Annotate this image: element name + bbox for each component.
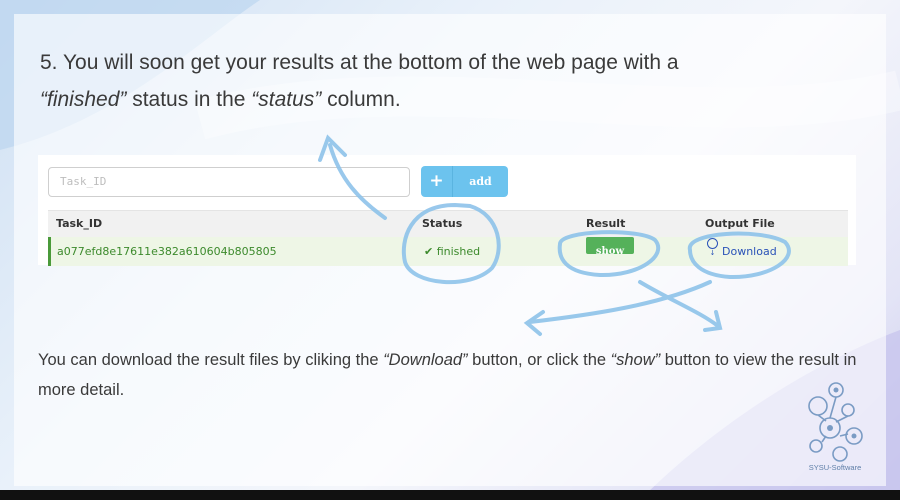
task-id-cell: a077efd8e17611e382a610604b805805 [57, 245, 277, 258]
body-show: “show” [610, 351, 661, 369]
heading-line-1: 5. You will soon get your results at the… [40, 51, 679, 74]
heading-finished: “finished” [40, 88, 127, 111]
download-label: Download [722, 245, 777, 258]
col-result: Result [586, 217, 626, 230]
col-output-file: Output File [705, 217, 775, 230]
instruction-body: You can download the result files by cli… [38, 345, 878, 405]
add-button-label: add [469, 175, 492, 188]
body-part-1: You can download the result files by cli… [38, 351, 384, 369]
status-text: finished [436, 245, 481, 258]
col-status: Status [422, 217, 463, 230]
body-part-2: button, or click the [467, 351, 611, 369]
download-link[interactable]: ↓ Download [707, 237, 777, 266]
show-button[interactable]: show [586, 237, 634, 257]
logo-caption: SYSU-Software [808, 463, 862, 472]
task-id-input[interactable]: Task_ID [48, 167, 410, 197]
table-header: Task_ID Status Result Output File [48, 210, 848, 237]
instruction-heading: 5. You will soon get your results at the… [40, 44, 840, 118]
table-row: a077efd8e17611e382a610604b805805 ✔ finis… [48, 237, 848, 266]
col-task-id: Task_ID [56, 217, 103, 230]
add-button[interactable]: + add [421, 166, 508, 197]
download-circle-icon: ↓ [707, 238, 718, 257]
status-cell: ✔ finished [424, 237, 480, 266]
heading-mid: status in the [126, 88, 252, 111]
task-panel: Task_ID + add Task_ID Status Result Outp… [38, 155, 856, 266]
bottom-edge [0, 490, 900, 500]
heading-end: column. [321, 88, 401, 111]
body-download: “Download” [383, 351, 468, 369]
check-icon: ✔ [424, 245, 434, 258]
plus-icon: + [421, 166, 453, 197]
heading-status: “status” [251, 88, 322, 111]
sysu-software-logo [808, 382, 863, 462]
